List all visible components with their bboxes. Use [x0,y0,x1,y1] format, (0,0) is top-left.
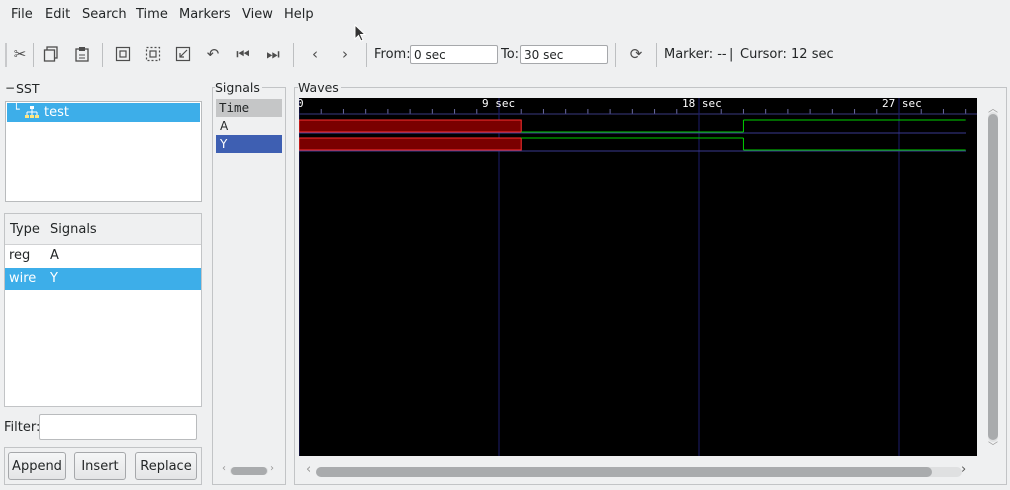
signal-item[interactable]: A [216,117,282,135]
waves-hscroll-thumb[interactable] [316,467,932,477]
insert-button[interactable]: Insert [74,452,126,480]
scroll-right-icon[interactable]: › [270,463,274,474]
scroll-left-icon[interactable]: ‹ [306,462,311,477]
column-header-type[interactable]: Type [10,222,40,237]
row-signal: A [50,248,59,263]
toolbar-handle[interactable] [5,43,7,67]
to-input[interactable]: 30 sec [520,45,608,64]
time-header-label: Time [219,100,250,115]
wave-undefined-segment [299,119,522,133]
undo-zoom-icon[interactable]: ↶ [203,44,223,64]
sst-tree[interactable]: └ test [5,101,202,202]
collapse-icon[interactable]: − [5,81,15,95]
copy-icon[interactable] [41,44,61,64]
column-header-signals[interactable]: Signals [50,222,97,237]
tree-branch-icon: └ [13,103,20,116]
tree-item-label: test [44,105,69,120]
zoom-out-icon[interactable] [173,44,193,64]
waveform-background[interactable] [299,98,977,456]
sst-signals-table: Type Signals reg A wire Y [4,213,202,407]
zoom-fit-icon[interactable] [113,44,133,64]
table-row[interactable]: reg A [5,245,201,267]
time-tick-label: 27 sec [882,98,922,110]
table-header: Type Signals [5,214,201,245]
append-button[interactable]: Append [8,452,66,480]
menu-view[interactable]: View [242,7,273,22]
signals-hscroll-thumb[interactable] [231,467,267,475]
from-input[interactable]: 0 sec [410,45,498,64]
module-icon [25,106,39,118]
menu-edit[interactable]: Edit [45,7,70,22]
tree-item-test[interactable]: └ test [7,103,200,122]
waves-title: Waves [298,80,341,95]
wave-undefined-segment [299,137,522,151]
zoom-to-end-icon[interactable]: ⏭ [263,44,283,64]
sst-header: − SST [4,81,204,101]
marker-readout: Marker: -- [664,47,727,62]
readout-separator: | [729,47,734,62]
reload-icon[interactable]: ⟳ [626,44,646,64]
menu-help[interactable]: Help [284,7,314,22]
menu-search[interactable]: Search [82,7,127,22]
zoom-to-start-icon[interactable]: ⏮ [233,44,253,64]
zoom-in-icon[interactable] [143,44,163,64]
row-type: reg [9,248,31,263]
toolbar: ✂ ↶ ⏮ ⏭ ‹ › From: 0 sec To: 30 sec ⟳ Mar… [0,38,1010,72]
filter-label: Filter: [4,420,41,435]
signal-item-label: A [220,119,229,133]
table-row-selected[interactable]: wire Y [5,268,201,290]
time-tick-label: 9 sec [482,98,515,110]
time-tick-label: 18 sec [682,98,722,110]
paste-icon[interactable] [72,44,92,64]
scroll-up-icon[interactable]: ︿ [988,100,998,115]
waves-vscroll-thumb[interactable] [988,114,998,440]
signals-title: Signals [215,80,262,95]
scroll-down-icon[interactable]: ﹀ [988,438,998,453]
menu-time[interactable]: Time [136,7,168,22]
previous-edge-icon[interactable]: ‹ [305,44,325,64]
sst-title: SST [16,81,40,96]
signals-header: Time [216,99,282,117]
signal-item-label: Y [220,137,228,151]
next-edge-icon[interactable]: › [335,44,355,64]
scroll-left-icon[interactable]: ‹ [222,463,226,474]
row-type: wire [9,271,37,286]
waveform-canvas[interactable]: 0 9 sec 18 sec 27 sec [299,98,977,456]
cursor-readout: Cursor: 12 sec [740,47,834,62]
row-signal: Y [50,271,58,286]
from-label: From: [374,47,411,62]
time-tick-label: 0 [299,98,304,110]
to-label: To: [501,47,520,62]
menu-markers[interactable]: Markers [179,7,231,22]
scroll-right-icon[interactable]: › [961,462,966,477]
filter-input[interactable] [39,414,197,440]
signal-item-selected[interactable]: Y [216,135,282,153]
menu-file[interactable]: File [11,7,33,22]
menu-bar: File Edit Search Time Markers View Help [0,0,1010,30]
replace-button[interactable]: Replace [135,452,197,480]
cut-icon[interactable]: ✂ [10,44,30,64]
